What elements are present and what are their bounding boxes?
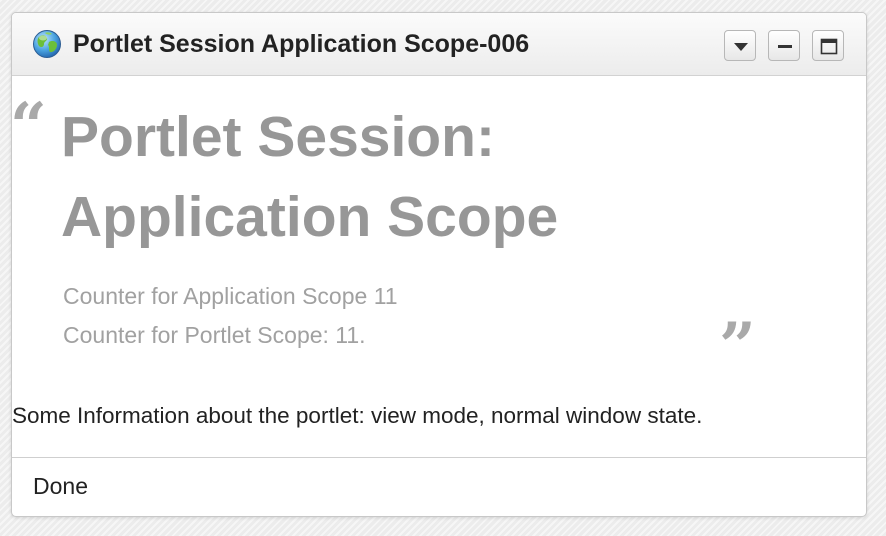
- application-scope-counter: Counter for Application Scope 11: [63, 283, 398, 309]
- status-text: Done: [33, 473, 88, 499]
- minimize-button[interactable]: [768, 30, 800, 61]
- portlet-footer: Done: [12, 457, 866, 516]
- portlet-heading: Portlet Session: Application Scope: [61, 97, 761, 257]
- portlet-title: Portlet Session Application Scope-006: [73, 30, 530, 58]
- portlet-window: Portlet Session Application Scope-006 “ …: [11, 12, 867, 517]
- maximize-button[interactable]: [812, 30, 844, 61]
- portlet-menu-button[interactable]: [724, 30, 756, 61]
- close-quote-mark: ”: [719, 309, 756, 384]
- open-quote-mark: “: [11, 89, 47, 164]
- heading-line-1: Portlet Session:: [61, 105, 495, 169]
- globe-icon: [32, 29, 62, 59]
- portlet-info-text: Some Information about the portlet: view…: [12, 403, 703, 428]
- portlet-scope-counter: Counter for Portlet Scope: 11.: [63, 322, 366, 348]
- portlet-title-bar: Portlet Session Application Scope-006: [12, 13, 866, 76]
- minimize-icon: [778, 45, 792, 48]
- caret-down-icon: [734, 43, 748, 51]
- maximize-icon: [820, 38, 838, 55]
- heading-line-2: Application Scope: [61, 185, 559, 249]
